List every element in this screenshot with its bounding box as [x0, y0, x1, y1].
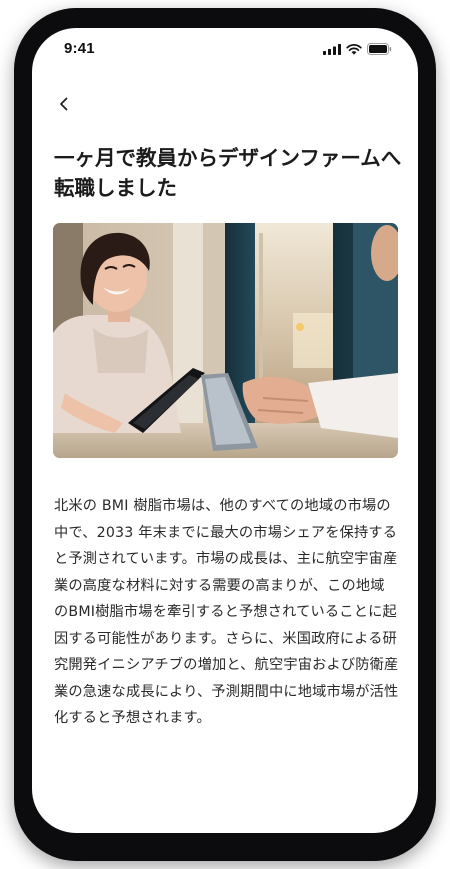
battery-icon: [367, 43, 392, 55]
status-time: 9:41: [64, 40, 95, 57]
article-body: 北米の BMI 樹脂市場は、他のすべての地域の市場の中で、2033 年末までに最…: [54, 498, 399, 726]
phone-screen: 9:41 一ヶ月で教員からデザインファームへ転職しました 北米の BMI 樹脂市…: [32, 28, 418, 833]
wifi-icon: [346, 43, 362, 55]
hero-photo-illustration: [53, 223, 398, 458]
cellular-signal-icon: [323, 43, 341, 55]
hero-photo: [53, 223, 398, 458]
article-title: 一ヶ月で教員からデザインファームへ転職しました: [54, 146, 402, 200]
home-indicator: [158, 820, 292, 825]
chevron-left-icon: [60, 97, 68, 111]
back-button[interactable]: [52, 92, 76, 116]
status-icons: [323, 43, 392, 55]
status-bar: 9:41: [32, 28, 418, 72]
